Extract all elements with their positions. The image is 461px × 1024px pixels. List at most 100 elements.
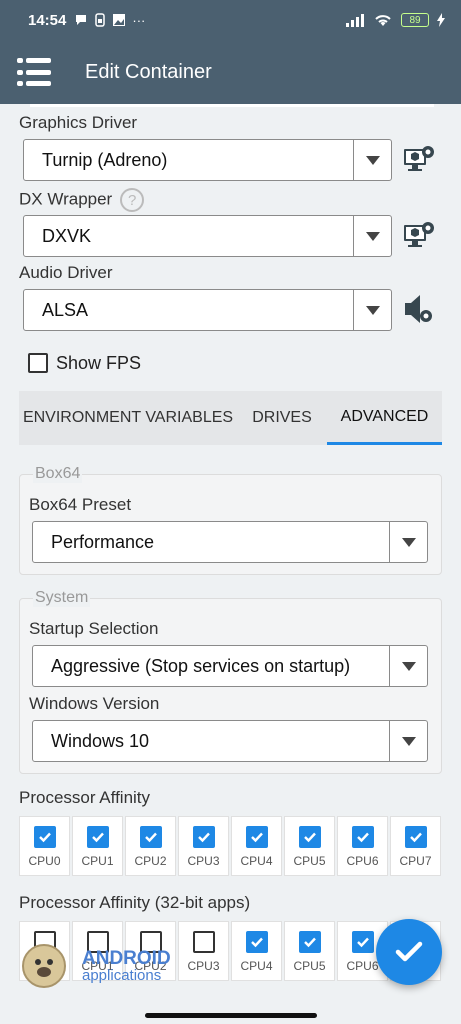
- check-icon: [250, 832, 263, 843]
- check-icon: [409, 832, 422, 843]
- cpu-affinity-cpu5[interactable]: CPU5: [284, 816, 335, 876]
- list-menu-icon[interactable]: [17, 58, 51, 86]
- check-icon: [38, 832, 51, 843]
- startup-selection-value: Aggressive (Stop services on startup): [51, 655, 351, 676]
- check-icon: [356, 832, 369, 843]
- tab-bar: ENVIRONMENT VARIABLES DRIVES ADVANCED: [19, 391, 442, 445]
- cpu-affinity-32-cpu3[interactable]: CPU3: [178, 921, 229, 981]
- cpu-affinity-cpu4[interactable]: CPU4: [231, 816, 282, 876]
- dx-wrapper-select[interactable]: DXVK: [23, 215, 392, 257]
- checkbox[interactable]: [192, 931, 215, 953]
- audio-driver-value: ALSA: [42, 299, 89, 320]
- cpu-affinity-cpu6[interactable]: CPU6: [337, 816, 388, 876]
- cpu-affinity-cpu1[interactable]: CPU1: [72, 816, 123, 876]
- monitor-settings-icon[interactable]: [402, 218, 436, 252]
- check-icon: [91, 832, 104, 843]
- box64-preset-select[interactable]: Performance: [32, 521, 428, 563]
- cpu-affinity-cpu3[interactable]: CPU3: [178, 816, 229, 876]
- windows-version-value: Windows 10: [51, 730, 150, 751]
- graphics-driver-select[interactable]: Turnip (Adreno): [23, 139, 392, 181]
- checkbox[interactable]: [139, 826, 162, 848]
- cpu-label: CPU1: [81, 854, 114, 868]
- startup-selection-select[interactable]: Aggressive (Stop services on startup): [32, 645, 428, 687]
- page-title: Edit Container: [85, 60, 212, 83]
- startup-selection-label: Startup Selection: [29, 619, 159, 638]
- show-fps-label: Show FPS: [56, 353, 142, 373]
- cpu-label: CPU2: [134, 854, 167, 868]
- cpu-label: CPU3: [187, 854, 220, 868]
- processor-affinity-grid: CPU0 CPU1 CPU2 CPU3 CPU4 CPU5 CPU6 CPU7: [19, 816, 441, 876]
- scroll-edge: [30, 104, 434, 107]
- check-icon: [250, 937, 263, 948]
- watermark-logo: ANDROID applications: [22, 944, 171, 988]
- watermark-line2: applications: [82, 966, 162, 984]
- check-icon: [356, 937, 369, 948]
- confirm-button[interactable]: [376, 919, 442, 985]
- checkbox[interactable]: [245, 826, 268, 848]
- dropdown-arrow-icon: [353, 216, 391, 256]
- tab-drives[interactable]: DRIVES: [237, 391, 327, 445]
- battery-icon: 89: [401, 13, 429, 27]
- speaker-settings-icon[interactable]: [402, 292, 436, 326]
- windows-version-select[interactable]: Windows 10: [32, 720, 428, 762]
- checkbox[interactable]: [192, 826, 215, 848]
- cpu-affinity-cpu0[interactable]: CPU0: [19, 816, 70, 876]
- home-gesture-bar[interactable]: [145, 1013, 317, 1018]
- check-icon: [144, 832, 157, 843]
- box64-group-title: Box64: [33, 465, 83, 483]
- app-bar: Edit Container: [0, 40, 461, 104]
- charging-icon: [437, 13, 445, 27]
- cpu-label: CPU0: [28, 854, 61, 868]
- dropdown-arrow-icon: [353, 140, 391, 180]
- cpu-affinity-cpu2[interactable]: CPU2: [125, 816, 176, 876]
- show-fps-checkbox[interactable]: [28, 353, 48, 373]
- checkbox[interactable]: [298, 931, 321, 953]
- dropdown-arrow-icon: [389, 522, 427, 562]
- checkbox[interactable]: [351, 826, 374, 848]
- checkbox[interactable]: [298, 826, 321, 848]
- cpu-label: CPU5: [293, 854, 326, 868]
- dx-wrapper-label-text: DX Wrapper: [19, 189, 113, 209]
- sim-icon: [95, 13, 106, 27]
- checkbox[interactable]: [86, 826, 109, 848]
- cpu-label: CPU4: [240, 959, 273, 973]
- box64-preset-value: Performance: [51, 531, 155, 552]
- status-bar: 14:54 ··· 89: [0, 0, 461, 40]
- edit-container-form[interactable]: Graphics Driver Turnip (Adreno) DX Wrapp…: [0, 104, 461, 1004]
- dx-wrapper-label: DX Wrapper?: [19, 188, 145, 212]
- check-icon: [303, 937, 316, 948]
- cpu-label: CPU6: [346, 959, 379, 973]
- cpu-affinity-cpu7[interactable]: CPU7: [390, 816, 441, 876]
- checkbox[interactable]: [351, 931, 374, 953]
- check-icon: [395, 941, 423, 962]
- cpu-affinity-32-cpu4[interactable]: CPU4: [231, 921, 282, 981]
- tab-advanced[interactable]: ADVANCED: [327, 391, 442, 445]
- watermark-line1: ANDROID: [82, 947, 171, 969]
- pug-logo-icon: [22, 944, 66, 988]
- graphics-driver-label: Graphics Driver: [19, 113, 138, 132]
- wifi-icon: [375, 15, 391, 26]
- dx-wrapper-value: DXVK: [42, 225, 92, 246]
- signal-icon: [346, 14, 364, 27]
- help-icon[interactable]: ?: [120, 188, 145, 212]
- dropdown-arrow-icon: [353, 290, 391, 330]
- processor-affinity-label: Processor Affinity: [19, 788, 151, 807]
- checkbox[interactable]: [33, 826, 56, 848]
- monitor-settings-icon[interactable]: [402, 142, 436, 176]
- box64-preset-label: Box64 Preset: [29, 495, 132, 514]
- cpu-label: CPU5: [293, 959, 326, 973]
- system-group-title: System: [33, 589, 91, 607]
- check-icon: [303, 832, 316, 843]
- cpu-affinity-32-cpu5[interactable]: CPU5: [284, 921, 335, 981]
- notification-icons: ···: [74, 13, 145, 28]
- windows-version-label: Windows Version: [29, 694, 160, 713]
- cpu-label: CPU7: [399, 854, 432, 868]
- tab-environment-variables[interactable]: ENVIRONMENT VARIABLES: [19, 391, 237, 445]
- checkbox[interactable]: [245, 931, 268, 953]
- status-time: 14:54: [28, 11, 67, 29]
- audio-driver-select[interactable]: ALSA: [23, 289, 392, 331]
- cpu-label: CPU4: [240, 854, 273, 868]
- checkbox[interactable]: [404, 826, 427, 848]
- dropdown-arrow-icon: [389, 721, 427, 761]
- audio-driver-label: Audio Driver: [19, 263, 113, 282]
